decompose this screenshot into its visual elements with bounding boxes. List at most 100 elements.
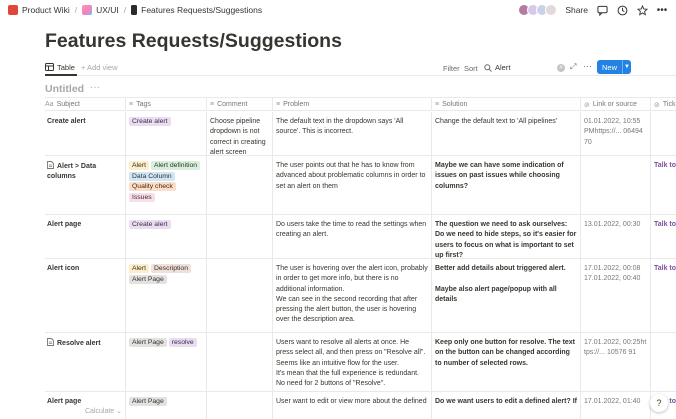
filter-button[interactable]: Filter [443,64,460,73]
cell-tags[interactable]: Alert Page [125,392,206,419]
breadcrumb-product-wiki[interactable]: Product Wiki [22,5,70,15]
sort-button[interactable]: Sort [464,64,478,73]
cell-comment[interactable] [206,259,272,332]
cell-problem[interactable]: Do users take the time to read the setti… [272,215,431,258]
new-button-label: New [601,62,617,72]
tag: Quality check [129,182,176,191]
column-header-tick[interactable]: ⊘ Tick [650,98,676,111]
cell-tick[interactable] [650,333,676,391]
calculate-button[interactable]: Calculate ⌄ [85,407,122,415]
cell-link-or-source[interactable]: 17.01.2022, 00:25https://... 10576 91 [580,333,650,391]
cell-comment[interactable] [206,392,272,419]
column-header-comment[interactable]: ≡ Comment [206,98,272,111]
cell-link-or-source[interactable]: 13.01.2022, 00:30 [580,215,650,258]
cell-comment[interactable] [206,333,272,391]
cell-link-or-source[interactable]: 17.01.2022, 01:40 [580,392,650,419]
column-header-subject[interactable]: Aa Subject [45,98,125,111]
cell-subject[interactable]: Alert icon [45,259,125,332]
table-row[interactable]: Alert icon Alert DescriptionAlert Page The … [45,259,676,333]
property-type-icon: ≡ [435,101,440,108]
tab-table[interactable]: Table [45,60,77,76]
comments-icon[interactable] [596,4,608,16]
breadcrumb-ux-ui[interactable]: UX/UI [96,5,119,15]
property-type-icon: ≡ [129,101,134,108]
column-header-problem[interactable]: ≡ Problem [272,98,431,111]
cell-solution[interactable]: Better add details about triggered alert… [431,259,580,332]
tag: Description [150,264,191,273]
search-icon[interactable] [484,64,492,72]
cell-tick[interactable] [650,112,676,155]
cell-link-or-source[interactable] [580,156,650,214]
cell-subject[interactable]: Resolve alert [45,333,125,391]
cell-comment[interactable] [206,215,272,258]
new-button[interactable]: New ▼ [597,60,631,74]
table-row[interactable]: Alert page Alert Page User want to edit or… [45,392,676,419]
view-bar: Table + Add view Filter Sort Alert × ⤢ ·… [45,60,676,76]
breadcrumb-current-page[interactable]: Features Requests/Suggestions [141,5,262,15]
cell-tags[interactable]: Alert DescriptionAlert Page [125,259,206,332]
cell-subject[interactable]: Alert page [45,215,125,258]
cell-problem[interactable]: The default text in the dropdown says 'A… [272,112,431,155]
cell-solution[interactable]: Maybe we can have some indication of iss… [431,156,580,214]
link-text[interactable]: https://... 10576 91 [584,339,646,356]
tag: Alert definition [150,161,201,170]
add-view-button[interactable]: + Add view [81,63,117,72]
cell-tags[interactable]: Alert Page resolve [125,333,206,391]
view-title[interactable]: Untitled [45,83,84,95]
cell-tick[interactable]: Talk to na [650,215,676,258]
cell-tags[interactable]: Alert Alert definitionData ColumnQuality … [125,156,206,214]
cell-problem[interactable]: User want to edit or view more about the… [272,392,431,419]
column-header-link-or-source[interactable]: ⊘ Link or source [580,98,650,111]
column-header-label: Subject [56,101,80,108]
table-row[interactable]: Alert > Data columns Alert Alert definitio… [45,156,676,215]
cell-comment[interactable]: Choose pipeline dropdown is not correct … [206,112,272,155]
property-type-icon: ⊘ [584,101,590,109]
link-text[interactable]: https://... 06494 70 [584,128,643,145]
clear-search-icon[interactable]: × [557,64,565,72]
expand-icon[interactable]: ⤢ [570,62,576,72]
more-options-icon[interactable]: ··· [583,61,592,71]
cell-link-or-source[interactable]: 01.01.2022, 10:55 PMhttps://... 06494 70 [580,112,650,155]
search-input[interactable]: Alert [495,63,510,72]
star-icon[interactable] [636,4,648,16]
more-options-icon[interactable]: ••• [656,4,668,16]
column-header-tags[interactable]: ≡ Tags [125,98,206,111]
column-header-solution[interactable]: ≡ Solution [431,98,580,111]
share-button[interactable]: Share [565,5,588,15]
cell-tick[interactable]: Talk to [650,156,676,214]
table-icon [45,63,54,71]
cell-solution[interactable]: The question we need to ask ourselves: D… [431,215,580,258]
table-row[interactable]: Create alert Create alert Choose pipeline … [45,112,676,156]
cell-tags[interactable]: Create alert [125,112,206,155]
table-row[interactable]: Alert page Create alert Do users take the … [45,215,676,259]
table-row[interactable]: Resolve alert Alert Page resolve Users want… [45,333,676,392]
tag: Alert Page [129,338,167,347]
subject-text: Create alert [47,118,86,125]
subject-text: Alert > Data columns [47,163,97,181]
document-icon [47,161,54,169]
tag: Issues [129,192,155,202]
cell-problem[interactable]: The user points out that he has to know … [272,156,431,214]
ticket-link[interactable]: Talk to [654,162,676,169]
cell-link-or-source[interactable]: 17.01.2022, 00:08 17.01.2022, 00:40 [580,259,650,332]
ticket-link[interactable]: Talk to [654,265,676,272]
more-options-icon[interactable]: ··· [90,82,100,93]
cell-tags[interactable]: Create alert [125,215,206,258]
cell-problem[interactable]: Users want to resolve all alerts at once… [272,333,431,391]
cell-tick[interactable]: Talk to [650,259,676,332]
cell-subject[interactable]: Create alert [45,112,125,155]
cell-solution[interactable]: Keep only one button for resolve. The te… [431,333,580,391]
cell-problem[interactable]: The user is hovering over the alert icon… [272,259,431,332]
chevron-down-icon[interactable]: ▼ [622,60,631,74]
ticket-link[interactable]: Talk to na [654,221,676,228]
breadcrumb: Product Wiki / UX/UI / Features Requests… [8,3,262,17]
help-button[interactable]: ? [650,394,668,412]
cell-comment[interactable] [206,156,272,214]
clock-icon[interactable] [616,4,628,16]
breadcrumb-separator: / [123,5,127,15]
cell-subject[interactable]: Alert > Data columns [45,156,125,214]
collaborator-avatars[interactable] [518,4,558,16]
subject-text: Alert page [47,221,82,228]
cell-solution[interactable]: Do we want users to edit a defined alert… [431,392,580,419]
cell-solution[interactable]: Change the default text to 'All pipeline… [431,112,580,155]
